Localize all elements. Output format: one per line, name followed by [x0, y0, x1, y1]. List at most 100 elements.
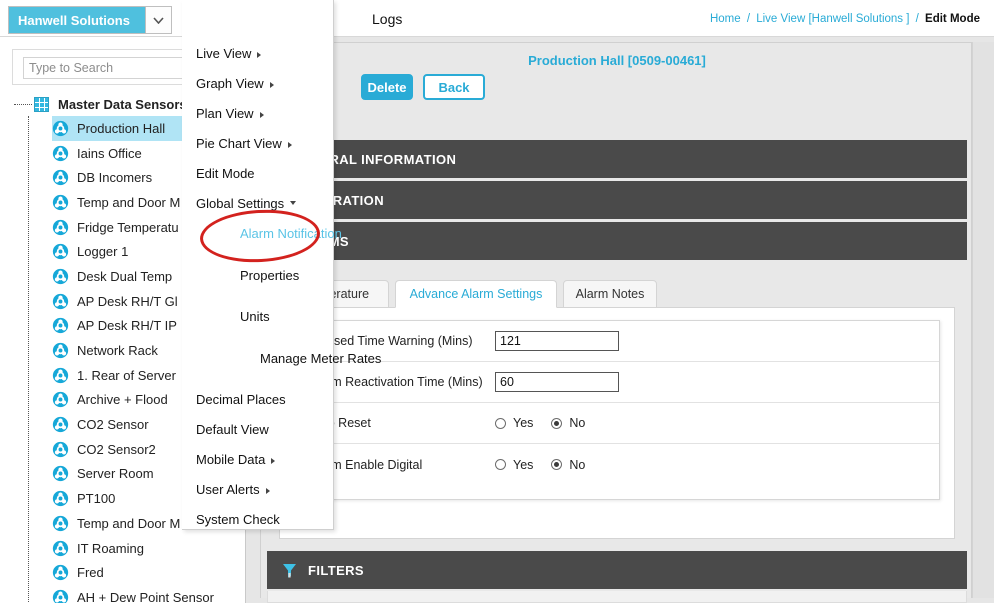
form-row-alarm-reactivation-time: Alarm Reactivation Time (Mins) [295, 362, 939, 403]
sensor-icon [52, 170, 69, 186]
sensor-icon [52, 194, 69, 211]
elapsed-time-warning-input[interactable] [495, 331, 619, 351]
menu-item-decimal-places[interactable]: Decimal Places [182, 392, 334, 407]
tree-item-label: AP Desk RH/T IP [77, 318, 177, 334]
radio-icon[interactable] [551, 459, 563, 470]
menu-item-label: Global Settings [196, 196, 285, 211]
sensor-icon [52, 367, 69, 383]
sensor-icon [52, 416, 69, 433]
menu-item-label: Default View [196, 422, 269, 437]
menu-item-user-alerts[interactable]: User Alerts [182, 482, 334, 497]
tree-item-label: CO2 Sensor2 [77, 441, 156, 457]
sensor-icon [52, 244, 69, 260]
tab-bar: Temperature Advance Alarm Settings Alarm… [279, 280, 955, 308]
sensor-icon [52, 466, 69, 482]
main-content: Production Hall [0509-00461] Delete Back… [246, 37, 994, 603]
menu-item-label: Mobile Data [196, 452, 266, 467]
tree-item[interactable]: Fred [52, 560, 245, 585]
chevron-right-icon [259, 111, 264, 118]
menu-item-manage-meter-rates[interactable]: Manage Meter Rates [182, 351, 381, 366]
tree-item[interactable]: AH + Dew Point Sensor [52, 585, 245, 603]
alarm-enable-digital-option-no[interactable]: No [551, 458, 585, 472]
sensor-icon [52, 515, 69, 531]
top-bar: Hanwell Solutions View Data Reports Logs… [0, 0, 994, 37]
organisation-selector[interactable]: Hanwell Solutions [8, 6, 172, 34]
radio-icon[interactable] [551, 417, 563, 429]
sensor-icon [52, 120, 69, 136]
chevron-right-icon [257, 51, 262, 58]
tree-item-label: Temp and Door M [77, 515, 181, 531]
menu-item-properties[interactable]: Properties [182, 268, 334, 283]
sensor-icon [52, 491, 69, 507]
menu-item-units[interactable]: Units [182, 309, 334, 324]
filters-label: FILTERS [308, 562, 364, 578]
tree-item-label: Archive + Flood [77, 392, 168, 408]
tree-item-label: Production Hall [77, 120, 166, 136]
tree-item-label: PT100 [77, 491, 116, 507]
alarm-reactivation-time-input[interactable] [495, 372, 619, 392]
sensor-icon [52, 219, 69, 235]
menu-item-label: System Check [196, 512, 280, 527]
tree-item-label: Iains Office [77, 145, 142, 161]
menu-item-alarm-notification[interactable]: Alarm Notification [182, 226, 342, 241]
sensor-icon [52, 441, 69, 457]
alarm-enable-digital-yes-label: Yes [513, 457, 534, 472]
menu-item-edit-mode[interactable]: Edit Mode [182, 166, 334, 181]
grid-icon [34, 96, 49, 112]
edit-mode-card: Production Hall [0509-00461] Delete Back… [260, 42, 972, 603]
auto-reset-radio-group: Yes No [495, 416, 603, 430]
menu-item-label: Live View [196, 46, 252, 61]
auto-reset-yes-label: Yes [513, 416, 534, 430]
tree-connector-icon [14, 103, 32, 105]
auto-reset-no-label: No [569, 416, 586, 430]
tree-item[interactable]: IT Roaming [52, 536, 245, 561]
menu-item-label: User Alerts [196, 482, 260, 497]
menu-item-label: Properties [240, 268, 300, 283]
breadcrumb-separator: / [915, 13, 919, 25]
section-header-calibration[interactable]: CALIBRATION [267, 181, 967, 219]
section-header-general-information[interactable]: GENERAL INFORMATION [267, 140, 967, 178]
auto-reset-option-no[interactable]: No [551, 416, 585, 430]
sensor-icon [52, 589, 69, 603]
tree-item-label: IT Roaming [77, 540, 144, 556]
menu-item-graph-view[interactable]: Graph View [182, 76, 334, 91]
chevron-down-icon[interactable] [145, 7, 171, 33]
breadcrumb-item-live-view[interactable]: Live View [Hanwell Solutions ] [756, 13, 909, 25]
breadcrumb-item-home[interactable]: Home [710, 13, 741, 25]
tree-item-label: CO2 Sensor [77, 417, 149, 433]
nav-item-logs[interactable]: Logs [372, 11, 402, 27]
tab-advance-alarm-settings[interactable]: Advance Alarm Settings [395, 280, 557, 308]
page-title: Production Hall [0509-00461] [528, 53, 706, 68]
page-scroll-gutter[interactable] [972, 42, 994, 598]
radio-icon[interactable] [495, 417, 506, 429]
menu-item-system-check[interactable]: System Check [182, 512, 334, 527]
menu-item-label: Pie Chart View [196, 136, 282, 151]
back-button[interactable]: Back [423, 74, 485, 100]
radio-icon[interactable] [495, 459, 506, 470]
tree-vertical-line [28, 116, 29, 603]
tab-alarm-notes[interactable]: Alarm Notes [563, 280, 657, 308]
sensor-icon [52, 565, 69, 581]
tree-item-label: AH + Dew Point Sensor [77, 589, 214, 603]
menu-item-pie-chart-view[interactable]: Pie Chart View [182, 136, 334, 151]
menu-item-global-settings[interactable]: Global Settings [182, 196, 334, 211]
menu-item-default-view[interactable]: Default View [182, 422, 334, 437]
menu-item-label: Edit Mode [196, 166, 255, 181]
breadcrumb-separator: / [746, 13, 751, 25]
delete-button[interactable]: Delete [361, 74, 413, 100]
breadcrumb-item-edit-mode: Edit Mode [925, 13, 980, 25]
alarm-enable-digital-option-yes[interactable]: Yes [495, 458, 533, 472]
tree-item-label: AP Desk RH/T Gl [77, 293, 178, 309]
tree-root-label: Master Data Sensors [58, 96, 187, 112]
chevron-down-icon [290, 200, 297, 208]
tab-panel-advance-alarm-settings: Elapsed Time Warning (Mins) Alarm Reacti… [279, 307, 955, 539]
auto-reset-option-yes[interactable]: Yes [495, 416, 533, 430]
menu-item-plan-view[interactable]: Plan View [182, 106, 334, 121]
section-header-alarms[interactable]: ALARMS [267, 222, 967, 260]
menu-item-mobile-data[interactable]: Mobile Data [182, 452, 334, 467]
sensor-icon [52, 318, 69, 334]
filters-body [267, 591, 967, 603]
section-header-filters[interactable]: FILTERS [267, 551, 967, 589]
view-data-dropdown-menu: Live View Graph View Plan View Pie Chart Vi… [182, 0, 381, 530]
menu-item-live-view[interactable]: Live View [182, 46, 334, 61]
